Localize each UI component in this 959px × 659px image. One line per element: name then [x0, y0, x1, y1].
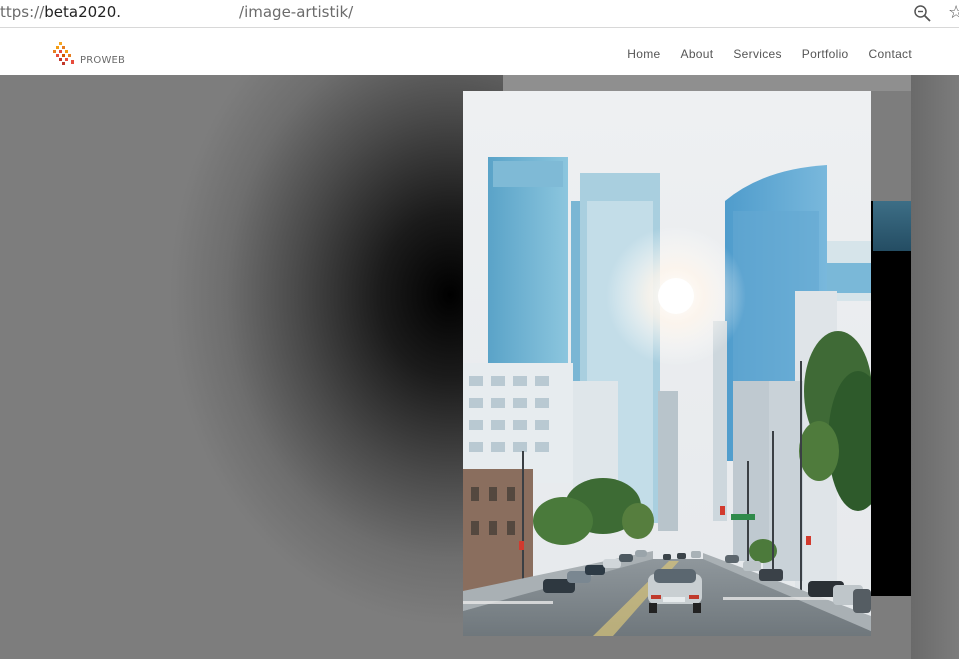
zoom-out-icon[interactable] — [913, 4, 933, 24]
bookmark-star-icon[interactable]: ☆ — [948, 2, 959, 24]
nav-about[interactable]: About — [681, 47, 714, 61]
nav-portfolio[interactable]: Portfolio — [802, 47, 849, 61]
nav-services[interactable]: Services — [733, 47, 781, 61]
browser-address-bar[interactable]: ttps://beta2020. /image-artistik/ ☆ — [0, 0, 959, 28]
hero-top-band — [503, 75, 911, 91]
hero-section — [0, 75, 959, 659]
hero-right-shade — [911, 75, 959, 659]
url-path: /image-artistik/ — [239, 3, 354, 21]
back-image-sliver — [873, 201, 911, 251]
url-host: beta2020. — [44, 3, 122, 21]
city-street-photo[interactable] — [463, 91, 871, 636]
site-header: PROWEB Home About Services Portfolio Con… — [0, 32, 959, 75]
nav-home[interactable]: Home — [627, 47, 660, 61]
back-image-panel — [870, 201, 911, 596]
main-nav: Home About Services Portfolio Contact — [607, 47, 912, 61]
url-field[interactable]: ttps://beta2020. /image-artistik/ — [0, 3, 353, 21]
proweb-logo-icon[interactable] — [53, 42, 75, 66]
logo-text[interactable]: PROWEB — [80, 55, 125, 66]
url-protocol: ttps:// — [0, 3, 45, 21]
nav-contact[interactable]: Contact — [869, 47, 912, 61]
